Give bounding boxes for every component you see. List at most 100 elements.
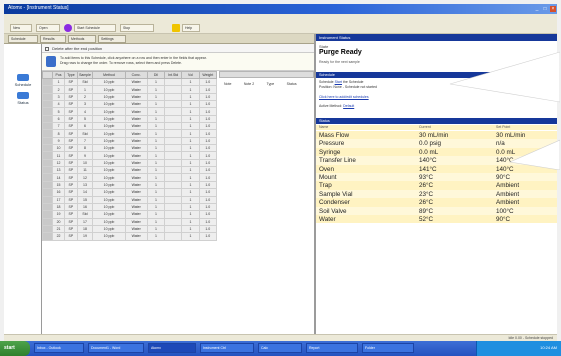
table-cell[interactable]: SP [64, 202, 78, 212]
table-row[interactable]: 19 SP Std 10 ppb Water 1 1 1.0 [42, 210, 218, 219]
delete-after-checkbox[interactable] [45, 46, 49, 51]
table-cell[interactable] [164, 114, 183, 124]
column-header[interactable]: Conc. [124, 71, 148, 79]
table-cell[interactable]: 1 [181, 166, 200, 175]
table-cell[interactable]: SP [64, 100, 78, 109]
row-number-cell[interactable] [42, 210, 53, 219]
column-header[interactable]: Int.Std [164, 71, 183, 79]
table-cell[interactable]: 1 [181, 202, 200, 212]
row-number-cell[interactable] [42, 114, 53, 124]
table-row[interactable]: 11 SP 9 10 ppb Water 1 1 1.0 [42, 151, 218, 160]
table-cell[interactable] [164, 129, 183, 138]
table-cell[interactable]: SP [64, 232, 78, 241]
taskbar-item[interactable]: Inbox - Outlook [34, 343, 84, 353]
table-cell[interactable]: 13 [51, 166, 66, 175]
table-cell[interactable]: 10 [76, 158, 94, 168]
table-cell[interactable] [164, 202, 183, 212]
table-row[interactable]: 7 SP 6 10 ppb Water 1 1 1.0 [42, 122, 218, 131]
table-cell[interactable]: 14 [51, 173, 66, 182]
table-cell[interactable]: 1 [146, 188, 166, 197]
row-number-cell[interactable] [42, 224, 53, 234]
new-button[interactable]: New [10, 24, 32, 32]
table-cell[interactable]: SP [64, 210, 78, 219]
edit-schedules-link[interactable]: Click here to add/edit schedules [319, 95, 369, 99]
table-cell[interactable] [164, 158, 183, 168]
table-cell[interactable]: SP [64, 85, 78, 94]
table-cell[interactable]: 2 [51, 85, 66, 94]
table-row[interactable]: 12 SP 10 10 ppb Water 1 1 1.0 [42, 158, 218, 168]
window-titlebar[interactable]: Atomx - [Instrument Status] _ □ × [4, 4, 557, 14]
table-cell[interactable]: Water [124, 210, 148, 219]
table-cell[interactable]: Water [124, 202, 148, 212]
table-cell[interactable]: SP [64, 107, 78, 116]
table-cell[interactable]: 10 ppb [92, 107, 126, 116]
table-cell[interactable]: 1 [51, 77, 66, 87]
table-cell[interactable]: 1 [181, 92, 200, 102]
table-cell[interactable]: 7 [76, 136, 94, 146]
table-cell[interactable]: 1.0 [198, 202, 218, 212]
table-cell[interactable]: 1 [181, 180, 200, 190]
row-number-cell[interactable] [42, 85, 53, 94]
table-cell[interactable]: Water [124, 129, 148, 138]
table-cell[interactable]: Water [124, 100, 148, 109]
table-cell[interactable]: 10 ppb [92, 122, 126, 131]
table-row[interactable]: 22 SP 19 10 ppb Water 1 1 1.0 [42, 232, 218, 241]
table-cell[interactable]: 1.0 [198, 224, 218, 234]
table-cell[interactable]: SP [64, 224, 78, 234]
table-cell[interactable]: 1.0 [198, 166, 218, 175]
stop-button[interactable]: Stop [120, 24, 154, 32]
column-header[interactable]: Sample [76, 71, 94, 79]
table-cell[interactable]: 16 [76, 202, 94, 212]
table-cell[interactable]: SP [64, 77, 78, 87]
column-header[interactable]: Status [287, 82, 297, 86]
table-cell[interactable]: 1.0 [198, 232, 218, 241]
open-button[interactable]: Open [36, 24, 60, 32]
table-cell[interactable]: 10 ppb [92, 144, 126, 153]
table-cell[interactable]: 1.0 [198, 114, 218, 124]
table-cell[interactable]: 1 [146, 195, 166, 204]
taskbar-item[interactable]: Instrument Ctrl [200, 343, 254, 353]
table-cell[interactable]: 19 [51, 210, 66, 219]
table-cell[interactable]: 1 [181, 136, 200, 146]
table-cell[interactable]: 14 [76, 188, 94, 197]
table-cell[interactable]: 1.0 [198, 122, 218, 131]
table-cell[interactable]: 1.0 [198, 129, 218, 138]
tab-results[interactable]: Results [40, 35, 66, 43]
row-number-cell[interactable] [42, 166, 53, 175]
table-cell[interactable]: 1 [146, 202, 166, 212]
table-cell[interactable]: Water [124, 232, 148, 241]
table-cell[interactable]: 15 [76, 195, 94, 204]
table-cell[interactable]: 3 [76, 100, 94, 109]
table-row[interactable]: 20 SP 17 10 ppb Water 1 1 1.0 [42, 217, 218, 226]
table-cell[interactable]: 1 [181, 151, 200, 160]
table-cell[interactable]: 1 [181, 224, 200, 234]
table-cell[interactable]: 1 [181, 100, 200, 109]
table-cell[interactable]: 6 [76, 122, 94, 131]
table-cell[interactable]: 1 [146, 122, 166, 131]
row-number-cell[interactable] [42, 188, 53, 197]
table-cell[interactable]: SP [64, 151, 78, 160]
table-row[interactable]: 5 SP 4 10 ppb Water 1 1 1.0 [42, 107, 218, 116]
table-cell[interactable]: 1 [181, 195, 200, 204]
table-cell[interactable]: SP [64, 217, 78, 226]
table-cell[interactable]: 1 [181, 173, 200, 182]
table-cell[interactable]: 16 [51, 188, 66, 197]
table-cell[interactable] [164, 180, 183, 190]
table-cell[interactable]: 1 [146, 92, 166, 102]
row-number-cell[interactable] [42, 144, 53, 153]
table-cell[interactable]: 9 [51, 136, 66, 146]
table-cell[interactable]: 17 [51, 195, 66, 204]
table-cell[interactable]: Water [124, 92, 148, 102]
table-cell[interactable]: 1.0 [198, 217, 218, 226]
table-cell[interactable] [164, 144, 183, 153]
table-cell[interactable]: 1.0 [198, 77, 218, 87]
table-cell[interactable]: Water [124, 188, 148, 197]
table-cell[interactable]: 1 [146, 114, 166, 124]
table-cell[interactable]: SP [64, 180, 78, 190]
taskbar-item[interactable]: Report [306, 343, 358, 353]
table-cell[interactable]: 1 [181, 158, 200, 168]
row-number-cell[interactable] [42, 232, 53, 241]
table-cell[interactable]: 11 [51, 151, 66, 160]
table-cell[interactable] [164, 77, 183, 87]
table-cell[interactable] [164, 188, 183, 197]
